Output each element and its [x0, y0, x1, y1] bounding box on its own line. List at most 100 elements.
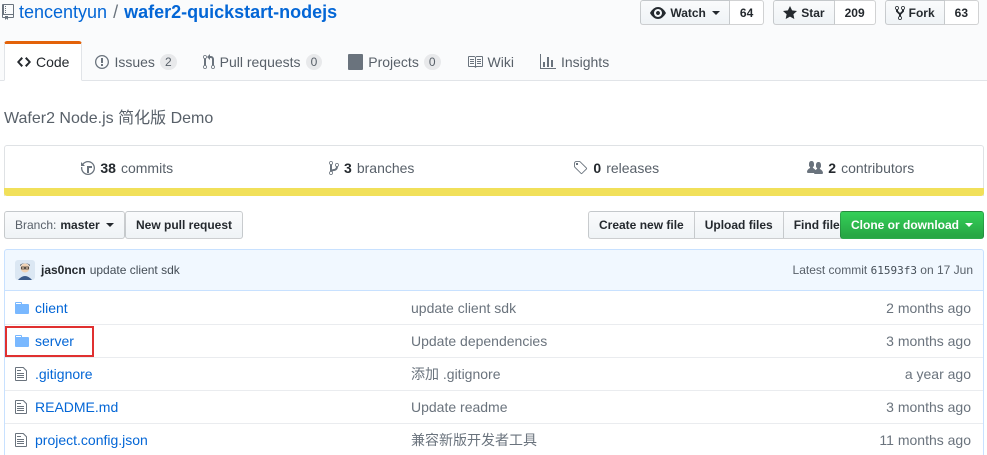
commits-link[interactable]: 38 commits [5, 146, 250, 189]
tab-projects-label: Projects [368, 54, 419, 70]
code-icon [17, 54, 31, 70]
tab-issues[interactable]: Issues 2 [82, 41, 189, 81]
repo-title: tencentyun / wafer2-quickstart-nodejs [2, 0, 337, 24]
commit-author[interactable]: jas0ncn [41, 263, 86, 277]
commit-tease: jas0ncn update client sdk Latest commit … [4, 249, 984, 291]
pull-requests-counter: 0 [305, 54, 323, 70]
file-commit-message[interactable]: 兼容新版开发者工具 [411, 430, 537, 450]
tab-pull-requests-label: Pull requests [219, 54, 301, 70]
file-age: 3 months ago [886, 333, 971, 349]
table-row: README.md Update readme 3 months ago [5, 390, 983, 423]
file-name-link[interactable]: .gitignore [35, 366, 411, 382]
repo-description: Wafer2 Node.js 简化版 Demo [4, 110, 214, 127]
file-actions-group: Create new file Upload files Find file [588, 211, 851, 239]
avatar[interactable] [15, 260, 35, 280]
file-commit-message[interactable]: 添加 .gitignore [411, 364, 500, 384]
file-age: a year ago [904, 366, 971, 382]
table-row: server Update dependencies 3 months ago [5, 324, 983, 357]
table-row: client update client sdk 2 months ago [5, 291, 983, 324]
star-group: Star 209 [773, 0, 876, 25]
tab-pull-requests[interactable]: Pull requests 0 [190, 41, 336, 81]
history-icon [81, 160, 96, 176]
branches-count: 3 [344, 159, 352, 176]
file-name-link[interactable]: project.config.json [35, 432, 411, 448]
issue-icon [95, 54, 110, 70]
branch-icon [329, 160, 340, 176]
tab-projects[interactable]: Projects 0 [335, 41, 453, 81]
file-table: client update client sdk 2 months ago se… [4, 291, 984, 455]
file-commit-message[interactable]: Update dependencies [411, 333, 547, 349]
pagehead-actions: Watch 64 Star 209 Fork 63 [640, 0, 979, 25]
fork-count[interactable]: 63 [944, 0, 979, 25]
issues-counter: 2 [159, 54, 177, 70]
project-icon [348, 54, 364, 70]
star-icon [783, 5, 798, 21]
commit-sha[interactable]: 61593f3 [871, 264, 917, 277]
file-age: 11 months ago [879, 432, 971, 448]
watch-caret-icon [711, 10, 720, 15]
clone-label: Clone or download [851, 218, 959, 232]
tab-code[interactable]: Code [4, 41, 83, 81]
repo-name-link[interactable]: wafer2-quickstart-nodejs [124, 2, 337, 23]
tab-wiki[interactable]: Wiki [454, 41, 527, 81]
releases-label: releases [606, 159, 660, 176]
folder-icon [15, 300, 31, 316]
clone-download-button[interactable]: Clone or download [840, 211, 984, 239]
contributors-label: contributors [841, 159, 915, 176]
fork-group: Fork 63 [884, 0, 979, 25]
contributors-count: 2 [828, 159, 837, 176]
contributors-link[interactable]: 2 contributors [739, 146, 984, 189]
watch-group: Watch 64 [640, 0, 765, 25]
file-name-link[interactable]: client [35, 300, 411, 316]
tab-issues-label: Issues [114, 54, 155, 70]
tab-insights[interactable]: Insights [527, 41, 622, 81]
projects-counter: 0 [423, 54, 441, 70]
commits-count: 38 [100, 159, 116, 176]
releases-count: 0 [593, 159, 602, 176]
file-icon [15, 432, 31, 448]
file-age: 2 months ago [886, 299, 971, 316]
book-icon [467, 54, 483, 70]
new-pull-request-button[interactable]: New pull request [125, 211, 244, 239]
branches-label: branches [356, 159, 415, 176]
repo-owner-link[interactable]: tencentyun [19, 2, 107, 23]
commit-date: on 17 Jun [920, 263, 973, 277]
commits-label: commits [120, 159, 174, 176]
repo-icon [2, 4, 14, 20]
star-button[interactable]: Star [773, 0, 835, 25]
pull-request-icon [202, 54, 215, 70]
language-bar[interactable] [4, 188, 984, 196]
watch-count[interactable]: 64 [729, 0, 765, 25]
releases-link[interactable]: 0 releases [494, 146, 739, 189]
file-commit-message[interactable]: Update readme [411, 399, 508, 415]
eye-icon [650, 5, 667, 21]
tag-icon [573, 160, 588, 176]
file-name-link[interactable]: README.md [35, 399, 411, 415]
highlight-box [5, 326, 94, 357]
path-separator: / [113, 1, 119, 22]
create-new-file-button[interactable]: Create new file [588, 211, 695, 239]
upload-files-button[interactable]: Upload files [693, 211, 784, 239]
fork-button[interactable]: Fork [884, 0, 945, 25]
clone-caret-icon [965, 223, 973, 227]
file-icon [15, 366, 31, 382]
branch-name: master [60, 218, 100, 232]
tab-wiki-label: Wiki [487, 54, 514, 70]
watch-button[interactable]: Watch [640, 0, 730, 25]
branch-prefix: Branch: [15, 218, 57, 232]
branches-link[interactable]: 3 branches [250, 146, 495, 189]
file-commit-message[interactable]: update client sdk [411, 300, 516, 316]
file-navigation: Branch: master New pull request Create n… [4, 211, 984, 239]
commit-message[interactable]: update client sdk [90, 263, 180, 277]
tab-insights-label: Insights [560, 54, 610, 70]
repo-header: tencentyun / wafer2-quickstart-nodejs Wa… [0, 0, 987, 81]
watch-label: Watch [670, 5, 706, 20]
branch-select-button[interactable]: Branch: master [4, 211, 125, 239]
star-count[interactable]: 209 [834, 0, 876, 25]
latest-commit-prefix: Latest commit [792, 263, 868, 277]
fork-label: Fork [908, 5, 935, 20]
fork-icon [894, 5, 905, 21]
organization-icon [807, 160, 824, 176]
file-age: 3 months ago [886, 399, 971, 415]
branch-caret-icon [105, 223, 114, 227]
